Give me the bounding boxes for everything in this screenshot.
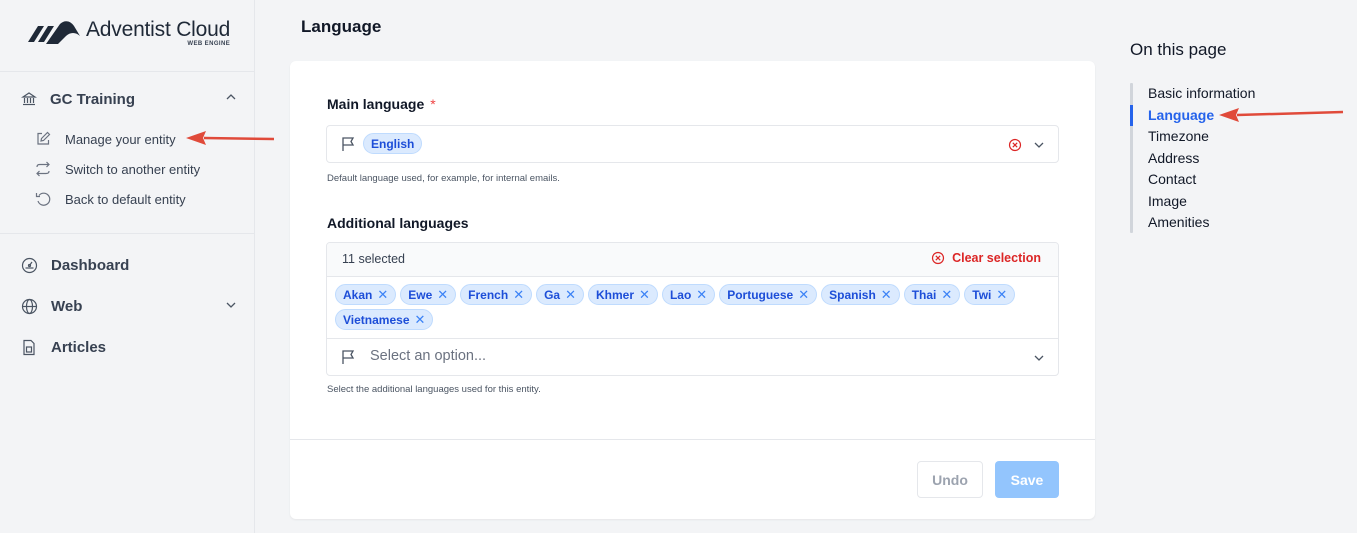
switch-icon [34, 160, 52, 178]
dashboard-icon [20, 256, 38, 274]
edit-icon [34, 130, 52, 148]
clear-circle-icon[interactable] [1006, 136, 1024, 154]
sidebar-subitem-label: Back to default entity [65, 191, 186, 207]
toc-item-timezone[interactable]: Timezone [1148, 128, 1209, 144]
sidebar-item-label: Articles [51, 338, 107, 356]
remove-icon[interactable]: ✕ [996, 287, 1007, 303]
language-chip[interactable]: Ga ✕ [536, 284, 585, 305]
language-chip[interactable]: Khmer ✕ [588, 284, 658, 305]
toc-item-language[interactable]: Language [1148, 107, 1214, 123]
toc-item-image[interactable]: Image [1148, 193, 1187, 209]
brand-name: Adventist Cloud [86, 18, 231, 41]
globe-icon [20, 297, 38, 315]
annotation-arrow-icon [186, 131, 275, 145]
required-mark: * [430, 96, 436, 112]
sidebar-item-dashboard[interactable]: Dashboard [20, 254, 242, 276]
sidebar-item-label: Dashboard [51, 256, 130, 274]
sidebar-item-label: Web [51, 297, 83, 315]
logo-mark-icon [28, 21, 80, 44]
toc-item-address[interactable]: Address [1148, 150, 1199, 166]
toc-item-contact[interactable]: Contact [1148, 171, 1196, 187]
language-chip[interactable]: Vietnamese ✕ [335, 309, 434, 330]
flag-icon [339, 348, 357, 366]
multiselect-header: 11 selected Clear selection [327, 243, 1058, 277]
chips-area: Akan ✕ Ewe ✕ French ✕ Ga ✕ Khmer ✕ Lao ✕ Portu… [327, 277, 1058, 339]
language-chip[interactable]: Akan ✕ [335, 284, 397, 305]
remove-icon[interactable]: ✕ [639, 287, 650, 303]
sidebar-subitem-manage-entity[interactable]: Manage your entity [34, 129, 176, 149]
additional-languages-multiselect: 11 selected Clear selection Akan ✕ Ewe ✕ F… [326, 242, 1059, 376]
additional-languages-select[interactable]: Select an option... [327, 339, 1058, 375]
chevron-down-icon[interactable] [224, 298, 238, 316]
undo-icon [34, 190, 52, 208]
language-card: Main language * English Default language … [290, 61, 1095, 519]
remove-icon[interactable]: ✕ [437, 287, 448, 303]
additional-languages-help: Select the additional languages used for… [327, 384, 541, 395]
main-language-help: Default language used, for example, for … [327, 173, 560, 184]
bank-icon [20, 90, 38, 108]
remove-icon[interactable]: ✕ [881, 287, 892, 303]
select-placeholder: Select an option... [370, 348, 487, 364]
logo[interactable]: Adventist Cloud WEB ENGINE [24, 18, 230, 48]
main-language-chip: English [363, 133, 423, 154]
language-chip[interactable]: Lao ✕ [661, 284, 716, 305]
toc-title: On this page [1130, 40, 1227, 59]
save-button[interactable]: Save [995, 461, 1059, 498]
document-icon [20, 338, 38, 356]
sidebar-divider [0, 71, 255, 72]
sidebar: Adventist Cloud WEB ENGINE GC Training M… [0, 0, 255, 533]
remove-icon[interactable]: ✕ [941, 287, 952, 303]
annotation-arrow-icon [1219, 108, 1344, 122]
toc-active-indicator [1130, 105, 1133, 126]
language-chip[interactable]: Thai ✕ [903, 284, 961, 305]
undo-button[interactable]: Undo [917, 461, 983, 498]
remove-icon[interactable]: ✕ [798, 287, 809, 303]
sidebar-group-gc-training[interactable]: GC Training [20, 88, 242, 110]
sidebar-subitem-switch-entity[interactable]: Switch to another entity [34, 159, 200, 179]
main-language-label: Main language * [327, 96, 436, 112]
remove-icon[interactable]: ✕ [377, 287, 388, 303]
language-chip[interactable]: French ✕ [460, 284, 533, 305]
sidebar-item-articles[interactable]: Articles [20, 336, 242, 358]
chevron-down-icon[interactable] [1030, 349, 1048, 367]
language-chip[interactable]: Ewe ✕ [400, 284, 457, 305]
sidebar-subitem-label: Switch to another entity [65, 161, 201, 177]
remove-icon[interactable]: ✕ [513, 287, 524, 303]
sidebar-group-label: GC Training [50, 90, 136, 108]
main-language-select[interactable]: English [326, 125, 1059, 163]
toc-item-amenities[interactable]: Amenities [1148, 214, 1209, 230]
chevron-up-icon[interactable] [224, 90, 238, 109]
sidebar-item-web[interactable]: Web [20, 295, 242, 317]
language-chip[interactable]: Spanish ✕ [821, 284, 900, 305]
language-chip[interactable]: Portuguese ✕ [719, 284, 818, 305]
selected-count: 11 selected [342, 252, 406, 266]
additional-languages-label: Additional languages [327, 215, 469, 231]
clear-selection-button[interactable]: Clear selection [931, 251, 1041, 265]
card-footer-divider [290, 439, 1095, 440]
clear-circle-icon [931, 251, 945, 265]
flag-icon [339, 135, 357, 153]
remove-icon[interactable]: ✕ [415, 312, 426, 328]
remove-icon[interactable]: ✕ [696, 287, 707, 303]
sidebar-subitem-label: Manage your entity [65, 131, 176, 147]
sidebar-subitem-back-default[interactable]: Back to default entity [34, 189, 186, 209]
page-title: Language [301, 17, 382, 36]
toc-item-basic-information[interactable]: Basic information [1148, 85, 1255, 101]
remove-icon[interactable]: ✕ [565, 287, 576, 303]
chevron-down-icon[interactable] [1030, 136, 1048, 154]
language-chip[interactable]: Twi ✕ [964, 284, 1016, 305]
sidebar-divider [0, 233, 255, 234]
